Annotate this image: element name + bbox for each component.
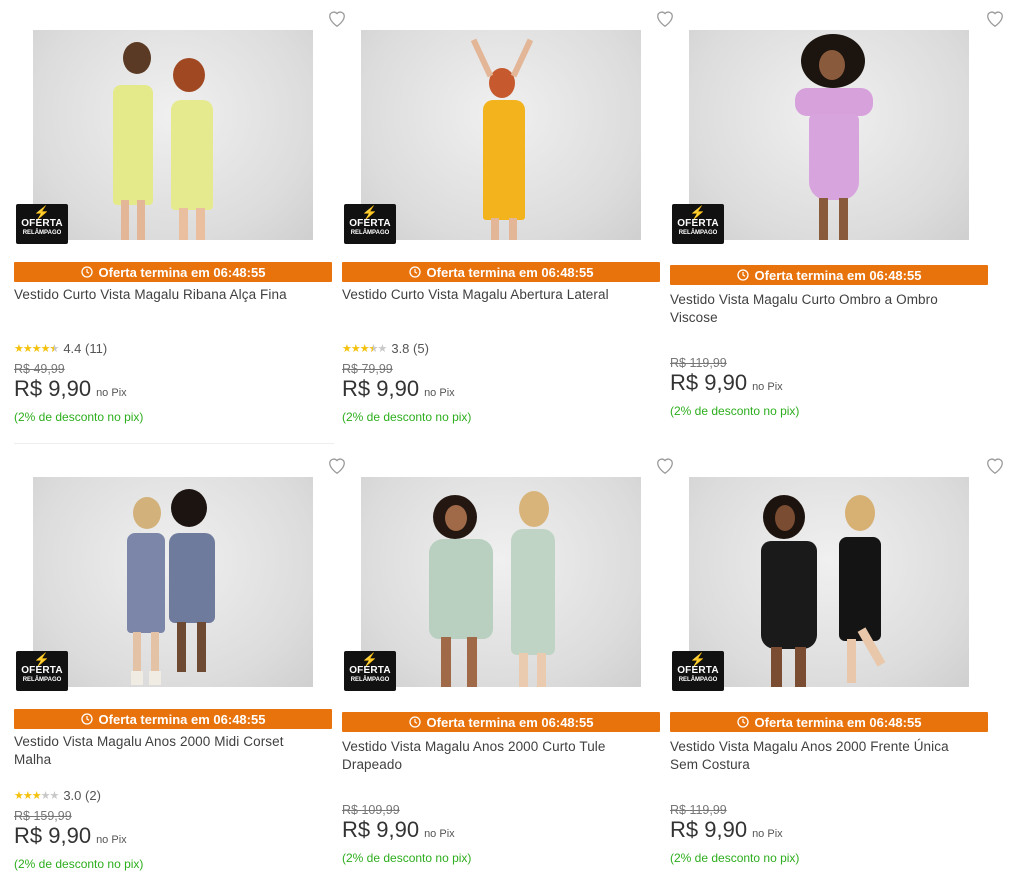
rating-stars: ★★★★★★ (342, 343, 387, 355)
product-card[interactable]: ⚡ OFERTA RELÂMPAGO Oferta termina em 06:… (342, 455, 673, 895)
timer-text: Oferta termina em 06:48:55 (98, 711, 266, 727)
flash-offer-badge: ⚡ OFERTA RELÂMPAGO (16, 204, 68, 244)
product-title[interactable]: Vestido Vista Magalu Anos 2000 Midi Cors… (14, 733, 314, 769)
timer-text: Oferta termina em 06:48:55 (754, 714, 922, 730)
offer-timer: Oferta termina em 06:48:55 (342, 712, 660, 732)
product-image[interactable] (361, 477, 641, 687)
clock-icon (408, 716, 421, 728)
product-card[interactable]: ⚡ OFERTA RELÂMPAGO Oferta termina em 06:… (670, 8, 1003, 448)
price-value: R$ 9,90 (14, 823, 92, 848)
offer-timer: Oferta termina em 06:48:55 (670, 712, 988, 732)
flash-offer-badge: ⚡ OFERTA RELÂMPAGO (344, 204, 396, 244)
old-price: R$ 119,99 (670, 356, 727, 370)
heart-icon[interactable] (984, 8, 1006, 28)
clock-icon (80, 266, 93, 278)
old-price: R$ 159,99 (14, 809, 72, 823)
divider (14, 443, 334, 444)
clock-icon (80, 713, 93, 725)
flash-offer-badge: ⚡ OFERTA RELÂMPAGO (344, 651, 396, 691)
price-value: R$ 9,90 (342, 376, 420, 401)
product-title[interactable]: Vestido Vista Magalu Anos 2000 Frente Ún… (670, 738, 960, 774)
offer-timer: Oferta termina em 06:48:55 (14, 709, 332, 729)
clock-icon (408, 266, 421, 278)
timer-text: Oferta termina em 06:48:55 (426, 714, 594, 730)
product-title[interactable]: Vestido Curto Vista Magalu Ribana Alça F… (14, 286, 324, 304)
pix-discount: (2% de desconto no pix) (342, 851, 472, 865)
price-value: R$ 9,90 (14, 376, 92, 401)
product-title[interactable]: Vestido Curto Vista Magalu Abertura Late… (342, 286, 652, 304)
pix-discount: (2% de desconto no pix) (342, 410, 472, 424)
timer-text: Oferta termina em 06:48:55 (754, 267, 922, 283)
flash-offer-badge: ⚡ OFERTA RELÂMPAGO (16, 651, 68, 691)
rating-stars: ★★★★★★ (14, 343, 59, 355)
rating-text: 4.4 (11) (63, 341, 108, 356)
product-rating: ★★★★★★ 3.8 (5) (342, 341, 429, 356)
pix-discount: (2% de desconto no pix) (14, 410, 144, 424)
price: R$ 9,90 no Pix (342, 817, 455, 843)
clock-icon (736, 269, 749, 281)
price-value: R$ 9,90 (670, 817, 748, 842)
price: R$ 9,90 no Pix (14, 823, 127, 849)
price-suffix: no Pix (96, 834, 127, 846)
rating-stars: ★★★★★ (14, 790, 59, 802)
price-suffix: no Pix (96, 387, 127, 399)
pix-discount: (2% de desconto no pix) (14, 857, 144, 871)
price: R$ 9,90 no Pix (670, 817, 783, 843)
timer-text: Oferta termina em 06:48:55 (98, 264, 266, 280)
rating-text: 3.0 (2) (63, 788, 101, 803)
timer-text: Oferta termina em 06:48:55 (426, 264, 594, 280)
product-image[interactable] (33, 30, 313, 240)
product-title[interactable]: Vestido Vista Magalu Curto Ombro a Ombro… (670, 291, 960, 327)
product-image[interactable] (361, 30, 641, 240)
pix-discount: (2% de desconto no pix) (670, 404, 800, 418)
price: R$ 9,90 no Pix (670, 370, 783, 396)
product-image[interactable] (33, 477, 313, 687)
product-rating: ★★★★★★ 4.4 (11) (14, 341, 107, 356)
price: R$ 9,90 no Pix (14, 376, 127, 402)
price-suffix: no Pix (424, 828, 455, 840)
price-value: R$ 9,90 (342, 817, 420, 842)
rating-text: 3.8 (5) (391, 341, 429, 356)
old-price: R$ 49,99 (14, 362, 65, 376)
price-suffix: no Pix (752, 828, 783, 840)
price: R$ 9,90 no Pix (342, 376, 455, 402)
product-image[interactable] (689, 30, 969, 240)
offer-timer: Oferta termina em 06:48:55 (670, 265, 988, 285)
price-suffix: no Pix (424, 387, 455, 399)
pix-discount: (2% de desconto no pix) (670, 851, 800, 865)
heart-icon[interactable] (984, 455, 1006, 475)
product-card[interactable]: ⚡ OFERTA RELÂMPAGO Oferta termina em 06:… (14, 455, 345, 895)
offer-timer: Oferta termina em 06:48:55 (342, 262, 660, 282)
product-card[interactable]: ⚡ OFERTA RELÂMPAGO Oferta termina em 06:… (14, 8, 345, 448)
product-rating: ★★★★★ 3.0 (2) (14, 788, 101, 803)
flash-offer-badge: ⚡ OFERTA RELÂMPAGO (672, 651, 724, 691)
product-image[interactable] (689, 477, 969, 687)
old-price: R$ 119,99 (670, 803, 727, 817)
product-card[interactable]: ⚡ OFERTA RELÂMPAGO Oferta termina em 06:… (342, 8, 673, 448)
clock-icon (736, 716, 749, 728)
flash-offer-badge: ⚡ OFERTA RELÂMPAGO (672, 204, 724, 244)
product-title[interactable]: Vestido Vista Magalu Anos 2000 Curto Tul… (342, 738, 632, 774)
old-price: R$ 79,99 (342, 362, 393, 376)
product-card[interactable]: ⚡ OFERTA RELÂMPAGO Oferta termina em 06:… (670, 455, 1003, 895)
price-value: R$ 9,90 (670, 370, 748, 395)
offer-timer: Oferta termina em 06:48:55 (14, 262, 332, 282)
old-price: R$ 109,99 (342, 803, 400, 817)
price-suffix: no Pix (752, 381, 783, 393)
